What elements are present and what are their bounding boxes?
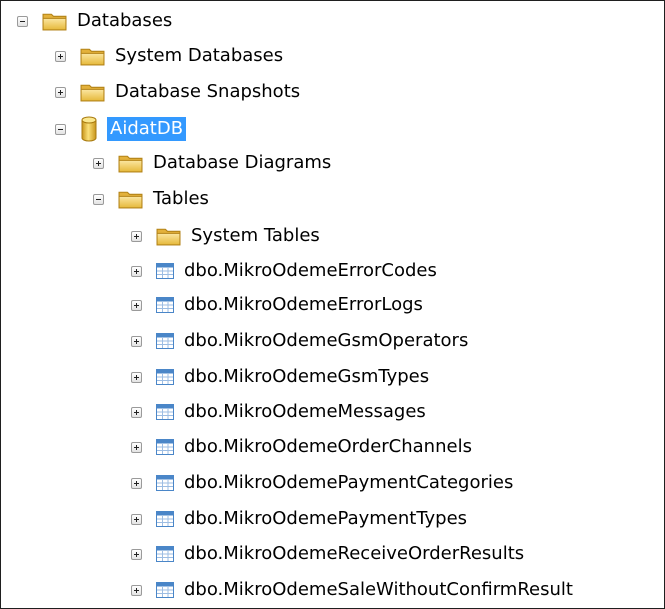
tree-node-label: Databases: [77, 10, 173, 31]
tree-node-label: Database Snapshots: [115, 81, 301, 102]
folder-icon: [156, 226, 181, 247]
tree-node-label: dbo.MikroOdemeErrorCodes: [184, 260, 437, 281]
collapse-icon[interactable]: [17, 15, 28, 27]
table-icon: [156, 546, 174, 562]
expand-icon[interactable]: [131, 335, 142, 347]
table-icon: [156, 297, 174, 313]
expand-icon[interactable]: [55, 50, 66, 62]
expand-icon[interactable]: [131, 230, 142, 242]
tree-node-table[interactable]: dbo.MikroOdemeErrorLogs: [131, 291, 426, 319]
tree-node-label: dbo.MikroOdemeGsmTypes: [184, 366, 430, 387]
tree-node-label: Tables: [153, 188, 209, 209]
tree-node-table[interactable]: dbo.MikroOdemeGsmOperators: [131, 327, 471, 355]
tree-node-table[interactable]: dbo.MikroOdemeReceiveOrderResults: [131, 540, 527, 568]
object-explorer-tree: Databases System Databases Database Snap…: [0, 0, 665, 609]
folder-icon: [118, 189, 143, 210]
tree-node-label: dbo.MikroOdemeSaleWithoutConfirmResult: [184, 579, 573, 600]
tree-node-label: dbo.MikroOdemeMessages: [184, 401, 426, 422]
tree-node-table[interactable]: dbo.MikroOdemeGsmTypes: [131, 363, 432, 391]
tree-node-label: System Tables: [191, 225, 320, 246]
tree-node-label: dbo.MikroOdemePaymentCategories: [184, 472, 514, 493]
tree-node-label: dbo.MikroOdemeErrorLogs: [184, 294, 423, 315]
expand-icon[interactable]: [131, 584, 142, 596]
expand-icon[interactable]: [131, 299, 142, 311]
tree-node-system-databases[interactable]: System Databases: [55, 42, 286, 70]
folder-icon: [42, 11, 67, 32]
expand-icon[interactable]: [131, 441, 142, 453]
collapse-icon[interactable]: [93, 193, 104, 205]
table-icon: [156, 511, 174, 527]
tree-node-table[interactable]: dbo.MikroOdemeOrderChannels: [131, 433, 475, 461]
table-icon: [156, 263, 174, 279]
folder-icon: [118, 153, 143, 174]
folder-icon: [80, 46, 105, 67]
tree-node-table[interactable]: dbo.MikroOdemePaymentCategories: [131, 469, 516, 497]
tree-node-aidatdb[interactable]: AidatDB: [55, 115, 187, 143]
expand-icon[interactable]: [131, 371, 142, 383]
tree-node-label: dbo.MikroOdemeOrderChannels: [184, 436, 472, 457]
tree-node-label: dbo.MikroOdemeReceiveOrderResults: [184, 543, 525, 564]
expand-icon[interactable]: [131, 406, 142, 418]
expand-icon[interactable]: [55, 86, 66, 98]
expand-icon[interactable]: [93, 157, 104, 169]
table-icon: [156, 404, 174, 420]
tree-node-label: dbo.MikroOdemePaymentTypes: [184, 508, 468, 529]
tree-node-table[interactable]: dbo.MikroOdemePaymentTypes: [131, 505, 470, 533]
table-icon: [156, 439, 174, 455]
table-icon: [156, 369, 174, 385]
database-icon: [80, 115, 98, 143]
tree-node-database-diagrams[interactable]: Database Diagrams: [93, 149, 334, 177]
tree-node-system-tables[interactable]: System Tables: [131, 222, 323, 250]
tree-node-label: AidatDB: [107, 117, 187, 141]
tree-node-databases[interactable]: Databases: [17, 7, 175, 35]
tree-node-database-snapshots[interactable]: Database Snapshots: [55, 78, 303, 106]
tree-node-label: dbo.MikroOdemeGsmOperators: [184, 330, 469, 351]
tree-node-table[interactable]: dbo.MikroOdemeSaleWithoutConfirmResult: [131, 576, 576, 604]
table-icon: [156, 582, 174, 598]
tree-node-tables[interactable]: Tables: [93, 185, 212, 213]
expand-icon[interactable]: [131, 513, 142, 525]
expand-icon[interactable]: [131, 548, 142, 560]
tree-node-label: Database Diagrams: [153, 152, 332, 173]
tree-node-table[interactable]: dbo.MikroOdemeErrorCodes: [131, 257, 440, 285]
expand-icon[interactable]: [131, 477, 142, 489]
expand-icon[interactable]: [131, 265, 142, 277]
tree-node-label: System Databases: [115, 45, 284, 66]
table-icon: [156, 475, 174, 491]
collapse-icon[interactable]: [55, 123, 66, 135]
tree-node-table[interactable]: dbo.MikroOdemeMessages: [131, 398, 429, 426]
table-icon: [156, 333, 174, 349]
folder-icon: [80, 82, 105, 103]
